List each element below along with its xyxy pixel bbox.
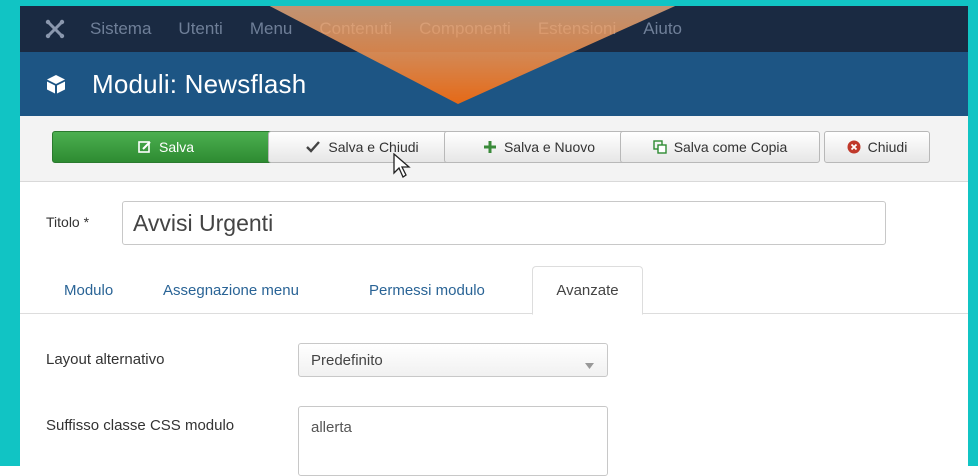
edit-icon <box>138 140 152 154</box>
menu-item-utenti[interactable]: Utenti <box>178 19 222 39</box>
joomla-logo-icon[interactable] <box>20 18 90 40</box>
page-title: Moduli: Newsflash <box>92 68 307 99</box>
tab-assegnazione-menu[interactable]: Assegnazione menu <box>163 266 299 314</box>
save-label: Salva <box>158 139 195 155</box>
menu-item-menu[interactable]: Menu <box>250 19 293 39</box>
copy-icon <box>652 140 667 154</box>
close-circle-icon <box>847 140 861 154</box>
menu-item-estensioni[interactable]: Estensioni <box>538 19 616 39</box>
tab-modulo[interactable]: Modulo <box>64 266 113 314</box>
tab-bar: Modulo Assegnazione menu Permessi modulo… <box>20 266 968 315</box>
close-label: Chiudi <box>867 139 908 155</box>
title-input[interactable]: Avvisi Urgenti <box>122 201 886 245</box>
close-button[interactable]: Chiudi <box>824 131 930 163</box>
save-close-button[interactable]: Salva e Chiudi <box>268 131 456 163</box>
tab-avanzate[interactable]: Avanzate <box>532 266 643 315</box>
menu-item-contenuti[interactable]: Contenuti <box>319 19 392 39</box>
mouse-cursor-icon <box>393 153 411 178</box>
chevron-down-icon <box>585 356 594 373</box>
tab-permessi-modulo[interactable]: Permessi modulo <box>369 266 485 314</box>
save-new-button[interactable]: Salva e Nuovo <box>444 131 634 163</box>
toolbar: Salva Salva e Chiudi Salva e Nuovo Salva… <box>20 116 968 182</box>
layout-label: Layout alternativo <box>46 351 165 368</box>
layout-select[interactable]: Predefinito <box>298 343 608 377</box>
menu-item-sistema[interactable]: Sistema <box>90 19 151 39</box>
plus-icon <box>483 140 497 154</box>
layout-select-value: Predefinito <box>311 351 383 369</box>
page-header: Moduli: Newsflash <box>20 52 968 116</box>
title-field-label: Titolo * <box>46 214 90 230</box>
menu-item-aiuto[interactable]: Aiuto <box>643 19 682 39</box>
css-suffix-label: Suffisso classe CSS modulo <box>46 417 235 434</box>
save-new-label: Salva e Nuovo <box>503 139 596 155</box>
checkmark-icon <box>305 140 321 154</box>
top-menu-bar: Sistema Utenti Menu Contenuti Componenti… <box>20 6 968 52</box>
save-copy-button[interactable]: Salva come Copia <box>620 131 820 163</box>
save-copy-label: Salva come Copia <box>673 139 788 155</box>
menu-item-componenti[interactable]: Componenti <box>419 19 511 39</box>
cube-icon <box>20 73 92 95</box>
save-button[interactable]: Salva <box>52 131 280 163</box>
